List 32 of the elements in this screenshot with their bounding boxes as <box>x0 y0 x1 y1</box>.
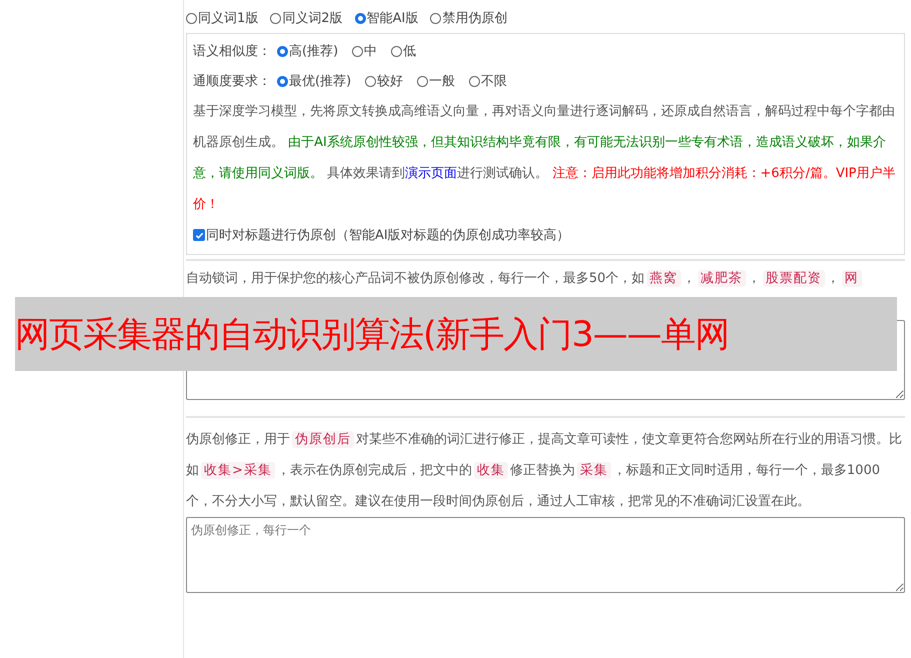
radio-icon[interactable] <box>469 76 480 86</box>
lock-words-text: 自动锁词，用于保护您的核心产品词不被伪原创修改，每行一个，最多50个，如 燕窝 ， 减肥茶 ， 股票配资 ， 网 <box>186 263 905 294</box>
radio-option[interactable]: 最优(推荐) <box>277 72 352 90</box>
radio-option[interactable]: 智能AI版 <box>354 9 418 27</box>
description-text: 基于深度学习模型，先将原文转换成高维语义向量，再对语义向量进行逐词解码，还原成自然语言，解码过程中每个字都由机器原创生成。 由于AI系统原创性较强，但其知识结构毕竟有限，有可能无法识别一些专有术语，造成语义破坏，如果介意，请使用同义词版。 具体效果请到演示页面进行测试确认。 注意：启用此功能将增加积分消耗：+6积分/篇。VIP用户半价！ <box>193 103 896 214</box>
checkbox-label[interactable]: 同时对标题进行伪原创（智能AI版对标题的伪原创成功率较高） <box>206 226 570 244</box>
similarity-label: 语义相似度： <box>193 43 271 60</box>
radio-icon[interactable] <box>186 12 197 24</box>
radio-icon[interactable] <box>270 12 282 24</box>
radio-icon[interactable] <box>417 76 428 86</box>
demo-link[interactable]: 演示页面 <box>405 166 458 181</box>
radio-icon[interactable] <box>365 76 376 86</box>
radio-icon[interactable] <box>391 46 402 56</box>
radio-icon[interactable] <box>430 12 442 24</box>
radio-option[interactable]: 低 <box>391 42 416 60</box>
correction-field[interactable]: 伪原创修正，每行一个 <box>186 517 905 593</box>
radio-option[interactable]: 禁用伪原创 <box>430 9 508 27</box>
radio-option[interactable]: 同义词2版 <box>270 9 343 27</box>
radio-option[interactable]: 较好 <box>365 72 404 90</box>
radio-icon[interactable] <box>277 76 288 86</box>
correction-text: 伪原创修正，用于 伪原创后 对某些不准确的词汇进行修正，提高文章可读性，使文章更符合您网站所在行业的用语习惯。比如 收集>采集 ，表示在伪原创完成后，把文中的 收集 修正替换为 采集 ，标题和正文同时适用，每行一个，最多1000个，不分大小写，默认留空。建议在使用一段时间伪原创后，通过人工审核，把常见的不准确词汇设置在此。 <box>186 430 903 511</box>
radio-icon[interactable] <box>352 46 364 56</box>
title-overlay: 网页采集器的自动识别算法(新手入门3——单网 <box>15 297 897 371</box>
checkbox[interactable] <box>193 229 205 241</box>
radio-option[interactable]: 一般 <box>417 72 456 90</box>
radio-option[interactable]: 高(推荐) <box>277 42 338 60</box>
radio-option[interactable]: 中 <box>352 42 378 60</box>
fluency-label: 通顺度要求： <box>193 73 271 90</box>
radio-option[interactable]: 不限 <box>469 72 508 90</box>
radio-icon[interactable] <box>354 12 366 24</box>
radio-option[interactable]: 同义词1版 <box>186 9 258 27</box>
radio-icon[interactable] <box>277 46 288 56</box>
